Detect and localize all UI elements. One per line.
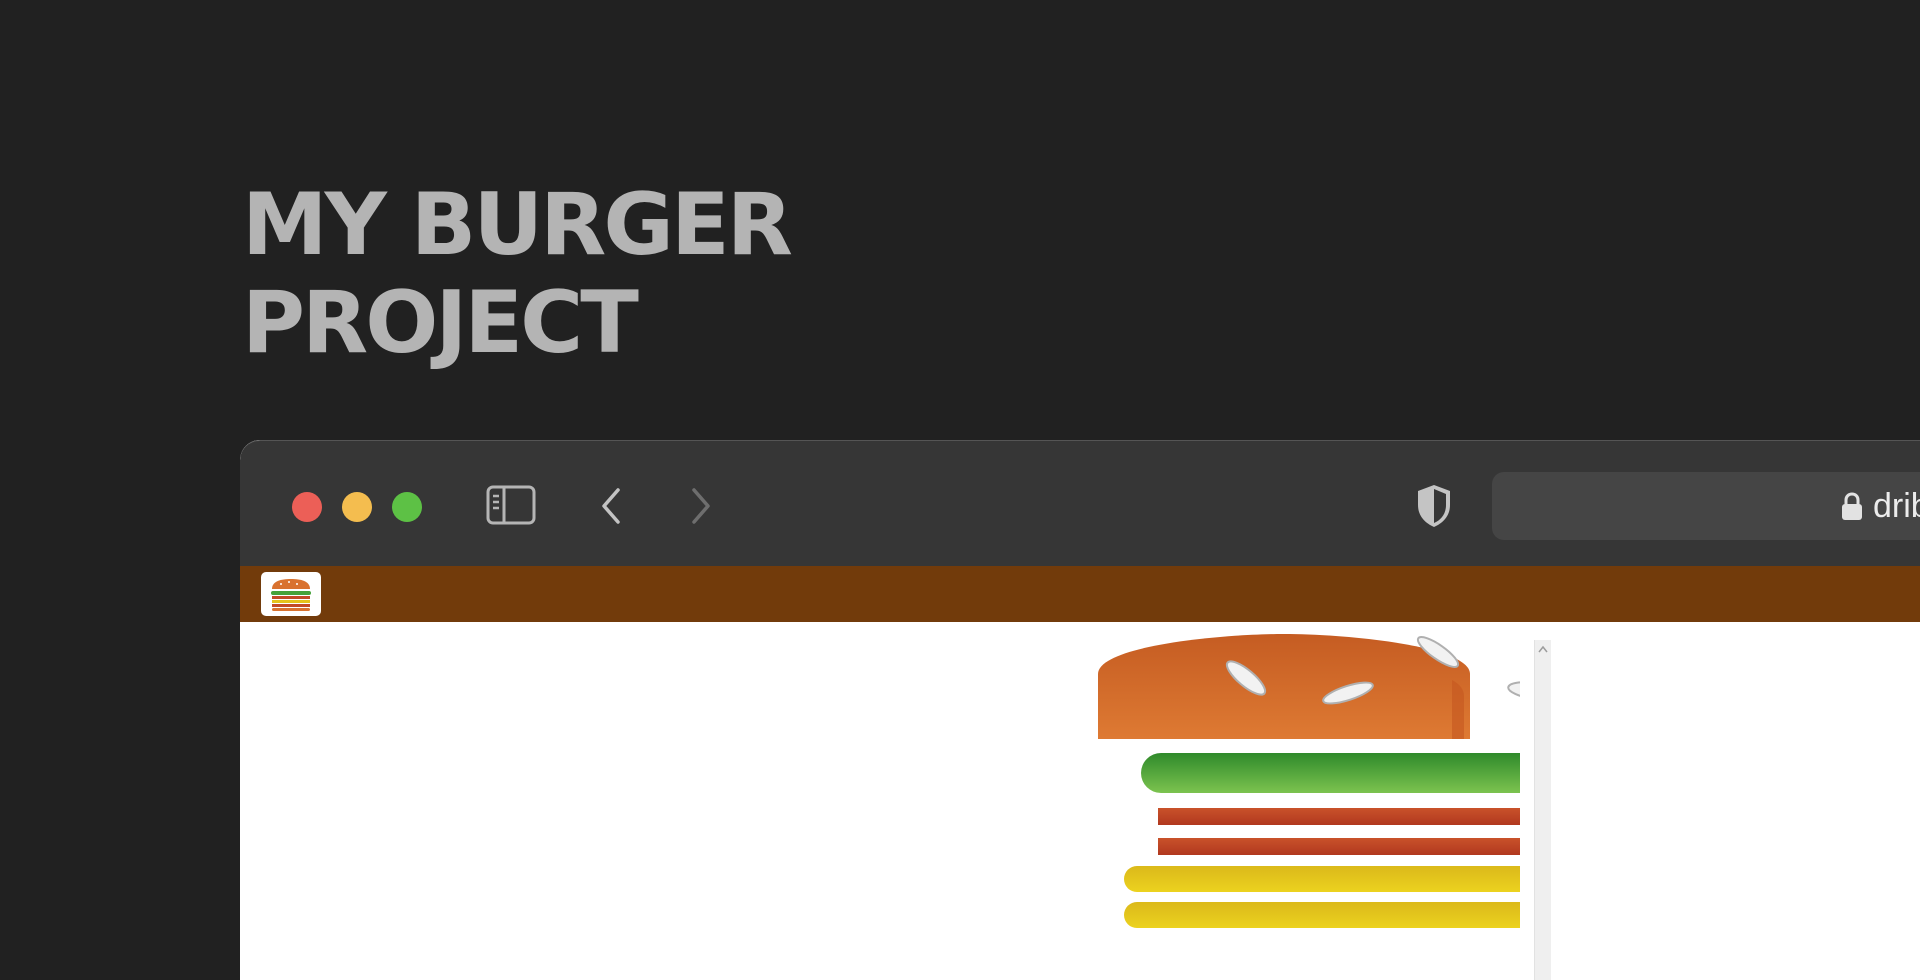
address-text[interactable]: dribbble.com	[1873, 488, 1920, 524]
chevron-left-icon[interactable]	[596, 486, 626, 526]
sidebar-icon[interactable]	[486, 485, 536, 525]
hero-title: MY BURGER PROJECT	[242, 175, 793, 373]
hero-title-line-1: MY BURGER	[242, 175, 793, 275]
cheese-layer	[1124, 902, 1520, 928]
site-header	[240, 566, 1920, 622]
chevron-up-icon[interactable]	[1537, 644, 1549, 654]
scrollbar[interactable]	[1534, 640, 1551, 980]
browser-toolbar: dribbble.com	[240, 440, 1920, 566]
burger-logo-icon[interactable]	[261, 572, 321, 616]
lettuce-layer	[1141, 753, 1520, 793]
tomato-layer	[1158, 808, 1520, 825]
address-bar[interactable]: dribbble.com	[1492, 472, 1920, 540]
cheese-layer	[1124, 866, 1520, 892]
page-content	[240, 622, 1920, 980]
minimize-window-button[interactable]	[342, 492, 372, 522]
chevron-right-icon[interactable]	[686, 486, 716, 526]
top-bun	[1098, 634, 1520, 739]
burger-illustration	[1098, 634, 1520, 928]
lock-icon	[1842, 492, 1862, 520]
browser-window: dribbble.com	[240, 440, 1920, 980]
hero-title-line-2: PROJECT	[242, 273, 639, 373]
close-window-button[interactable]	[292, 492, 322, 522]
shield-icon[interactable]	[1414, 483, 1454, 529]
tomato-layer	[1158, 838, 1520, 855]
maximize-window-button[interactable]	[392, 492, 422, 522]
